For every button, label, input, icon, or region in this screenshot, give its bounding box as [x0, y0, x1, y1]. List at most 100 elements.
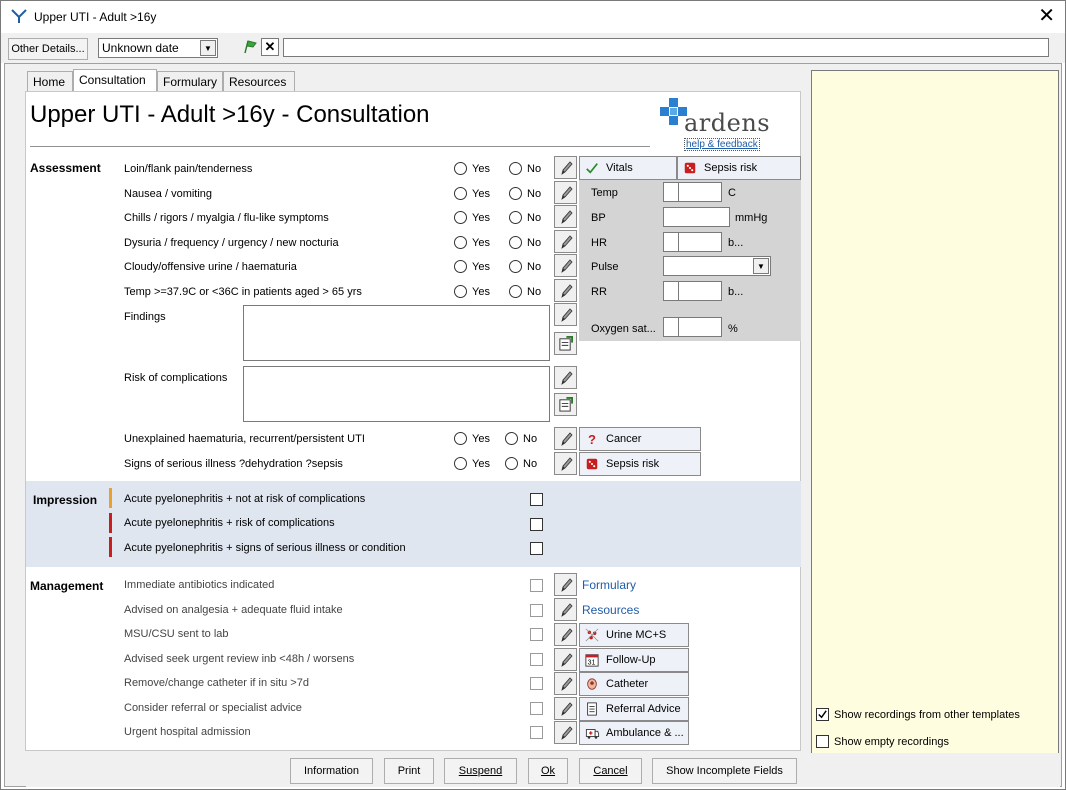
show-other-templates-label: Show recordings from other templates — [834, 709, 1020, 721]
rr-sign-field[interactable] — [663, 281, 679, 301]
pencil-icon[interactable] — [554, 230, 577, 253]
management-checkbox[interactable] — [530, 726, 543, 739]
assessment-question: Nausea / vomiting — [124, 188, 213, 200]
no-radio[interactable] — [509, 285, 522, 298]
pencil-icon[interactable] — [554, 279, 577, 302]
ambulance-button[interactable]: Ambulance & ... — [579, 721, 689, 745]
pencil-icon[interactable] — [554, 721, 577, 744]
assessment-question: Cloudy/offensive urine / haematuria — [124, 261, 297, 273]
management-checkbox[interactable] — [530, 604, 543, 617]
yes-radio[interactable] — [454, 236, 467, 249]
chevron-down-icon[interactable]: ▼ — [200, 40, 216, 56]
pencil-icon[interactable] — [554, 452, 577, 475]
pencil-icon[interactable] — [554, 303, 577, 326]
close-icon[interactable]: ✕ — [1038, 6, 1055, 26]
oxygen-field[interactable] — [678, 317, 722, 337]
insert-text-icon[interactable] — [554, 332, 577, 355]
vitals-tab-label: Vitals — [606, 162, 633, 174]
pencil-icon[interactable] — [554, 623, 577, 646]
help-feedback-link[interactable]: help & feedback — [684, 138, 760, 151]
yes-radio[interactable] — [454, 457, 467, 470]
yes-radio[interactable] — [454, 260, 467, 273]
clear-icon[interactable]: ✕ — [261, 38, 279, 56]
findings-label: Findings — [124, 311, 166, 323]
risk-textarea[interactable] — [243, 366, 550, 422]
pencil-icon[interactable] — [554, 366, 577, 389]
oxygen-sign-field[interactable] — [663, 317, 679, 337]
pencil-icon[interactable] — [554, 205, 577, 228]
no-radio[interactable] — [509, 236, 522, 249]
kidney-icon — [584, 676, 600, 692]
yes-radio[interactable] — [454, 211, 467, 224]
management-checkbox[interactable] — [530, 579, 543, 592]
pencil-icon[interactable] — [554, 598, 577, 621]
management-checkbox[interactable] — [530, 628, 543, 641]
no-radio[interactable] — [509, 260, 522, 273]
management-checkbox[interactable] — [530, 702, 543, 715]
impression-checkbox[interactable] — [530, 493, 543, 506]
tab-home[interactable]: Home — [27, 71, 73, 91]
print-button[interactable]: Print — [384, 758, 434, 784]
rr-field[interactable] — [678, 281, 722, 301]
findings-textarea[interactable] — [243, 305, 550, 361]
tab-consultation[interactable]: Consultation — [73, 69, 157, 91]
sepsis-risk-tab[interactable]: Sepsis risk — [677, 156, 801, 180]
pencil-icon[interactable] — [554, 697, 577, 720]
no-radio[interactable] — [509, 211, 522, 224]
cancel-button[interactable]: Cancel — [579, 758, 642, 784]
vitals-tab[interactable]: Vitals — [579, 156, 677, 180]
information-button[interactable]: Information — [290, 758, 373, 784]
hr-sign-field[interactable] — [663, 232, 679, 252]
pencil-icon[interactable] — [554, 156, 577, 179]
show-other-templates-checkbox[interactable] — [816, 708, 829, 721]
show-incomplete-fields-button[interactable]: Show Incomplete Fields — [652, 758, 797, 784]
pencil-icon[interactable] — [554, 427, 577, 450]
resources-link[interactable]: Resources — [582, 603, 639, 617]
microbe-icon — [584, 627, 600, 643]
title-bar: Upper UTI - Adult >16y ✕ — [1, 1, 1065, 33]
urine-mcs-button[interactable]: Urine MC+S — [579, 623, 689, 647]
management-checkbox[interactable] — [530, 677, 543, 690]
follow-up-button[interactable]: 31 Follow-Up — [579, 648, 689, 672]
referral-advice-button[interactable]: Referral Advice — [579, 697, 689, 721]
dice-icon — [682, 160, 698, 176]
free-text-input[interactable] — [283, 38, 1049, 57]
pulse-select[interactable]: ▼ — [663, 256, 771, 276]
tab-formulary[interactable]: Formulary — [157, 71, 223, 91]
flag-icon[interactable] — [241, 38, 259, 56]
temp-sign-field[interactable] — [663, 182, 679, 202]
management-checkbox[interactable] — [530, 653, 543, 666]
no-radio[interactable] — [509, 162, 522, 175]
hr-field[interactable] — [678, 232, 722, 252]
impression-checkbox[interactable] — [530, 518, 543, 531]
no-radio[interactable] — [505, 432, 518, 445]
no-radio[interactable] — [509, 187, 522, 200]
yes-radio[interactable] — [454, 432, 467, 445]
pencil-icon[interactable] — [554, 181, 577, 204]
ok-button[interactable]: Ok — [528, 758, 568, 784]
pencil-icon[interactable] — [554, 254, 577, 277]
pencil-icon[interactable] — [554, 648, 577, 671]
yes-radio[interactable] — [454, 187, 467, 200]
date-select[interactable]: Unknown date ▼ — [98, 38, 218, 58]
impression-checkbox[interactable] — [530, 542, 543, 555]
sepsis-button-label: Sepsis risk — [606, 458, 660, 470]
yes-radio[interactable] — [454, 162, 467, 175]
suspend-button[interactable]: Suspend — [444, 758, 517, 784]
other-details-button[interactable]: Other Details... — [8, 38, 88, 60]
sepsis-risk-button[interactable]: Sepsis risk — [579, 452, 701, 476]
insert-text-icon[interactable] — [554, 393, 577, 416]
tab-resources[interactable]: Resources — [223, 71, 295, 91]
cancer-button[interactable]: ? Cancer — [579, 427, 701, 451]
pencil-icon[interactable] — [554, 672, 577, 695]
formulary-link[interactable]: Formulary — [582, 578, 636, 592]
temp-field[interactable] — [678, 182, 722, 202]
chevron-down-icon[interactable]: ▼ — [753, 258, 769, 274]
catheter-button[interactable]: Catheter — [579, 672, 689, 696]
no-radio[interactable] — [505, 457, 518, 470]
yes-radio[interactable] — [454, 285, 467, 298]
show-empty-recordings-checkbox[interactable] — [816, 735, 829, 748]
pencil-icon[interactable] — [554, 573, 577, 596]
window-title: Upper UTI - Adult >16y — [34, 10, 157, 24]
bp-field[interactable] — [663, 207, 730, 227]
